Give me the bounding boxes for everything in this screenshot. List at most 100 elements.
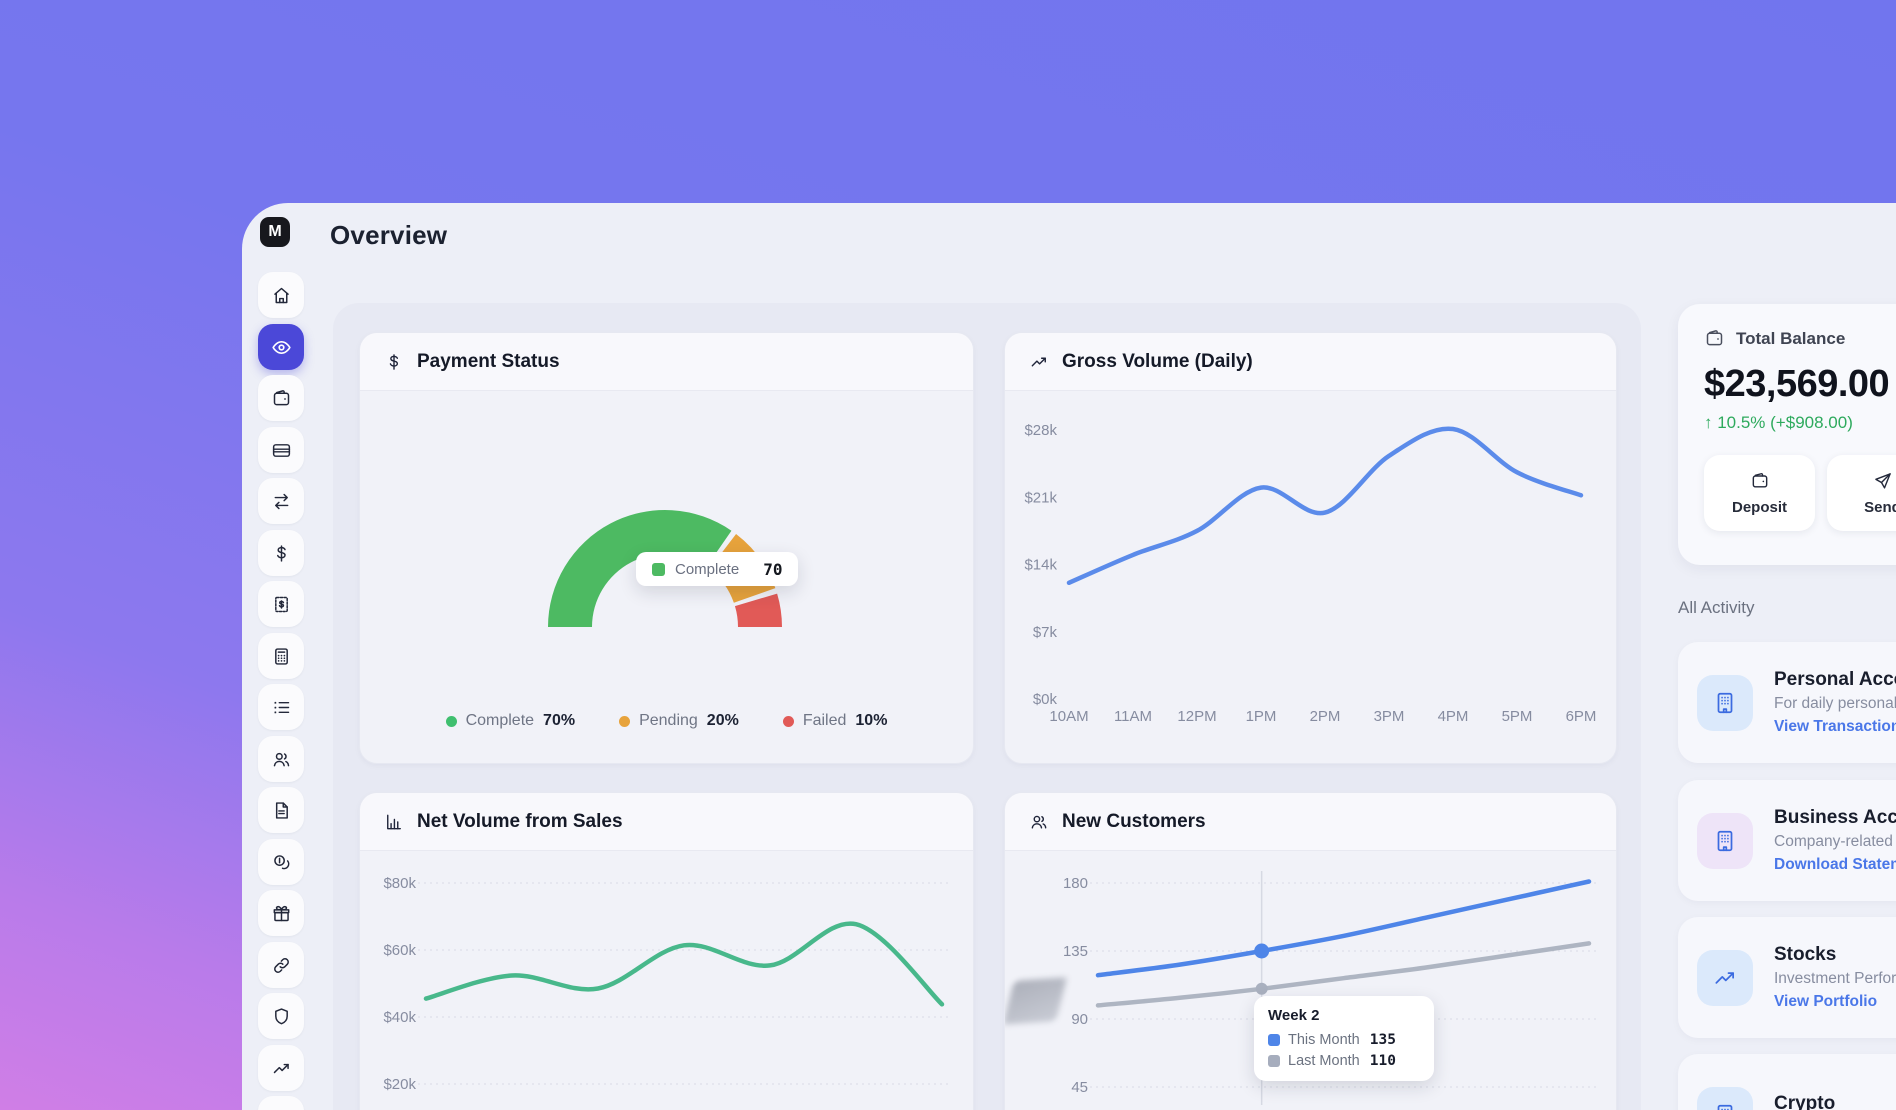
legend-label: Failed — [803, 712, 847, 730]
sidebar-item-coins[interactable] — [258, 839, 304, 885]
activity-text: Stocks Investment Performance View Portf… — [1774, 944, 1896, 1011]
total-balance-label-row: Total Balance — [1704, 328, 1896, 349]
tooltip-value: 135 — [1370, 1032, 1396, 1048]
tooltip-swatch-complete — [652, 563, 665, 576]
download-statements-link[interactable]: Download Statements — [1774, 856, 1896, 874]
svg-text:90: 90 — [1071, 1011, 1088, 1028]
sidebar-item-list[interactable] — [258, 684, 304, 730]
transfers-icon — [271, 491, 292, 512]
gift-icon — [271, 903, 292, 924]
tooltip-title: Week 2 — [1268, 1007, 1420, 1024]
gauge-legend: Complete 70% Pending 20% Failed 10% — [360, 712, 973, 730]
legend-value: 10% — [855, 712, 887, 730]
total-balance-label: Total Balance — [1736, 329, 1845, 349]
sidebar-item-invoices[interactable] — [258, 581, 304, 627]
sidebar-item-bank[interactable] — [258, 1096, 304, 1110]
activity-title: Crypto — [1774, 1093, 1896, 1110]
svg-text:$28k: $28k — [1024, 422, 1057, 439]
activity-item-stocks[interactable]: Stocks Investment Performance View Portf… — [1678, 917, 1896, 1038]
sidebar-item-overview[interactable] — [258, 324, 304, 370]
sidebar-item-payments[interactable] — [258, 530, 304, 576]
sidebar-item-documents[interactable] — [258, 787, 304, 833]
dashboard-panel: Payment Status Complete 70 Complete 70% P… — [333, 303, 1641, 1110]
activity-text: Personal Account For daily personal use … — [1774, 669, 1896, 736]
net-volume-card: Net Volume from Sales $20k$40k$60k$80k — [359, 792, 974, 1110]
svg-text:11AM: 11AM — [1114, 708, 1152, 725]
users-icon — [1029, 812, 1049, 832]
coins-icon — [271, 852, 292, 873]
svg-text:5PM: 5PM — [1502, 708, 1533, 725]
building-icon — [1697, 675, 1753, 731]
legend-label: Pending — [639, 712, 698, 730]
credit-card-icon — [271, 440, 292, 461]
tooltip-row-this-month: This Month 135 — [1268, 1032, 1420, 1048]
app-logo[interactable]: M — [260, 217, 290, 247]
card-title: Gross Volume (Daily) — [1062, 351, 1253, 373]
new-customers-card: New Customers 4590135180 Week 2 This Mon… — [1004, 792, 1617, 1110]
wallet-icon — [1750, 471, 1770, 491]
svg-text:135: 135 — [1063, 943, 1088, 960]
sidebar-item-customers[interactable] — [258, 736, 304, 782]
sidebar-item-calculator[interactable] — [258, 633, 304, 679]
svg-text:45: 45 — [1071, 1079, 1088, 1096]
svg-text:1PM: 1PM — [1246, 708, 1277, 725]
activity-text: Crypto Wallet & Exchange — [1774, 1093, 1896, 1110]
sidebar-item-rewards[interactable] — [258, 890, 304, 936]
trending-up-icon — [1029, 352, 1049, 372]
net-volume-chart[interactable]: $20k$40k$60k$80k — [360, 851, 973, 1110]
svg-text:$20k: $20k — [383, 1076, 416, 1093]
legend-dot — [446, 716, 457, 727]
total-balance-amount: $23,569.00 — [1704, 363, 1896, 406]
sidebar-item-links[interactable] — [258, 942, 304, 988]
total-balance-card: Total Balance $23,569.00 ↑ 10.5% (+$908.… — [1678, 304, 1896, 565]
sidebar-item-transfers[interactable] — [258, 478, 304, 524]
sidebar-item-home[interactable] — [258, 272, 304, 318]
calculator-icon — [271, 646, 292, 667]
invoice-icon — [271, 594, 292, 615]
deposit-button[interactable]: Deposit — [1704, 455, 1815, 531]
tooltip-value: 110 — [1370, 1053, 1396, 1069]
sidebar-item-cards[interactable] — [258, 427, 304, 473]
tooltip-label: This Month — [1288, 1032, 1360, 1048]
tooltip-swatch — [1268, 1034, 1280, 1046]
balance-actions: Deposit Send — [1704, 455, 1896, 531]
gross-volume-header: Gross Volume (Daily) — [1005, 333, 1616, 391]
svg-text:12PM: 12PM — [1177, 708, 1216, 725]
activity-item-crypto[interactable]: Crypto Wallet & Exchange — [1678, 1054, 1896, 1110]
activity-item-business-account[interactable]: Business Account Company-related finance… — [1678, 780, 1896, 901]
svg-text:$40k: $40k — [383, 1009, 416, 1026]
customers-tooltip: Week 2 This Month135 Last Month110 — [1254, 996, 1434, 1081]
payment-status-header: Payment Status — [360, 333, 973, 391]
trending-up-icon — [1697, 950, 1753, 1006]
new-customers-header: New Customers — [1005, 793, 1616, 851]
send-icon — [1873, 471, 1893, 491]
send-button[interactable]: Send — [1827, 455, 1896, 531]
sidebar-item-wallet[interactable] — [258, 375, 304, 421]
card-title: Net Volume from Sales — [417, 811, 623, 833]
wallet-icon — [271, 388, 292, 409]
view-portfolio-link[interactable]: View Portfolio — [1774, 993, 1896, 1011]
gross-volume-chart[interactable]: $0k$7k$14k$21k$28k10AM11AM12PM1PM2PM3PM4… — [1005, 391, 1616, 764]
legend-value: 20% — [707, 712, 739, 730]
view-transactions-link[interactable]: View Transactions — [1774, 718, 1896, 736]
sidebar-item-security[interactable] — [258, 993, 304, 1039]
legend-item-failed: Failed 10% — [783, 712, 888, 730]
svg-text:$80k: $80k — [383, 875, 416, 892]
desktop: { "app": {"logo": "M", "title": "Overvie… — [0, 0, 1896, 1110]
legend-label: Complete — [466, 712, 534, 730]
list-icon — [271, 697, 292, 718]
legend-value: 70% — [543, 712, 575, 730]
total-balance-change: ↑ 10.5% (+$908.00) — [1704, 413, 1896, 433]
tooltip-swatch — [1268, 1055, 1280, 1067]
svg-text:$0k: $0k — [1033, 691, 1058, 708]
sidebar-item-stocks[interactable] — [258, 1045, 304, 1091]
legend-dot — [619, 716, 630, 727]
building-icon — [1697, 813, 1753, 869]
users-icon — [271, 749, 292, 770]
building-icon — [1697, 1087, 1753, 1110]
home-icon — [271, 285, 292, 306]
gauge-tooltip: Complete 70 — [636, 552, 798, 586]
bar-chart-icon — [384, 812, 404, 832]
document-icon — [271, 800, 292, 821]
activity-item-personal-account[interactable]: Personal Account For daily personal use … — [1678, 642, 1896, 763]
